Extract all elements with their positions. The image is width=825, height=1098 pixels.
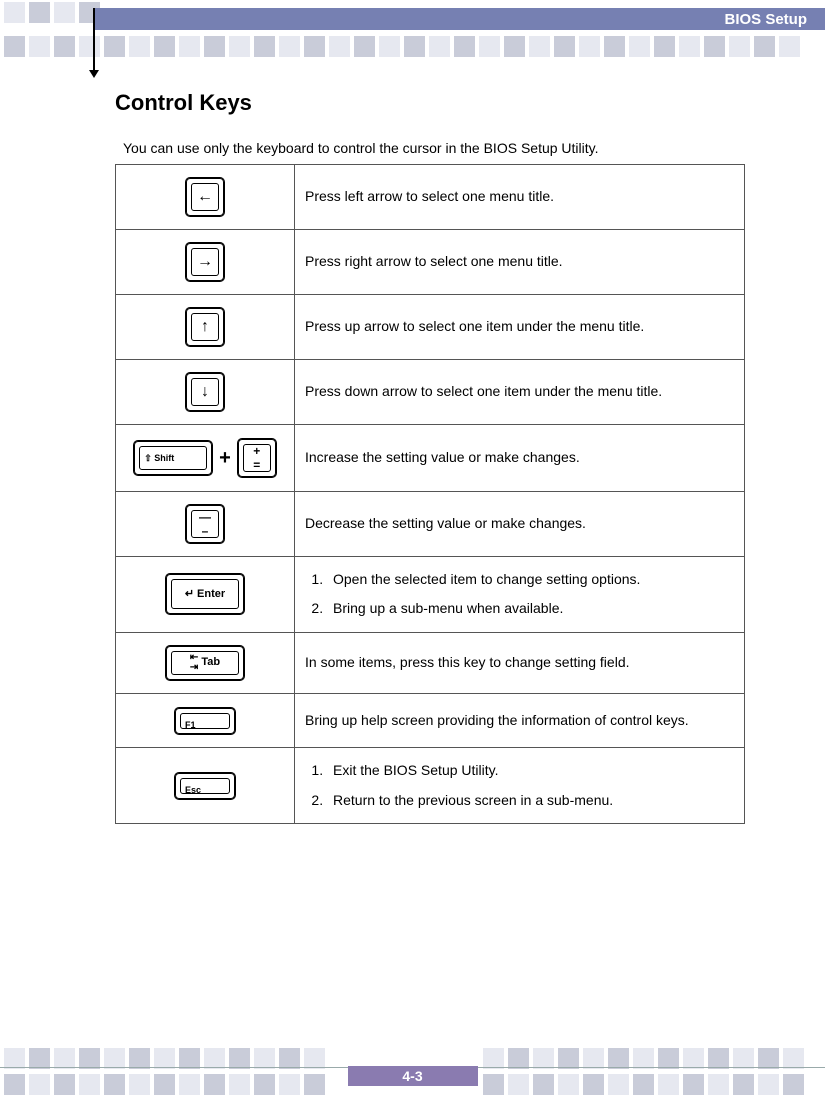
table-row: ⇧ Shift + += Increase the setting value … <box>116 425 745 492</box>
key-description: Exit the BIOS Setup Utility. Return to t… <box>295 748 745 824</box>
key-description: Press left arrow to select one menu titl… <box>295 165 745 230</box>
esc-key-icon: Esc <box>174 772 236 800</box>
key-cell: ← <box>116 165 295 230</box>
table-row: Enter Open the selected item to change s… <box>116 557 745 633</box>
top-decorative-band: BIOS Setup <box>0 0 825 60</box>
table-row: F1 Bring up help screen providing the in… <box>116 693 745 747</box>
table-row: ↑ Press up arrow to select one item unde… <box>116 295 745 360</box>
section-heading: Control Keys <box>115 90 745 116</box>
key-cell: —– <box>116 492 295 557</box>
enter-key-icon: Enter <box>165 573 245 615</box>
minus-key-icon: —– <box>185 504 225 544</box>
key-cell: ⇧ Shift + += <box>116 425 295 492</box>
shift-key-icon: ⇧ Shift <box>133 440 213 476</box>
page-number: 4-3 <box>348 1066 478 1086</box>
bottom-decorative-band: 4-3 <box>0 1042 825 1098</box>
key-cell: ↑ <box>116 295 295 360</box>
key-description: In some items, press this key to change … <box>295 632 745 693</box>
list-item: Bring up a sub-menu when available. <box>327 594 734 623</box>
key-cell: Enter <box>116 557 295 633</box>
table-row: ⇤⇥ Tab In some items, press this key to … <box>116 632 745 693</box>
key-description: Open the selected item to change setting… <box>295 557 745 633</box>
key-description: Increase the setting value or make chang… <box>295 425 745 492</box>
key-cell: Esc <box>116 748 295 824</box>
header-title-bar: BIOS Setup <box>95 8 825 30</box>
key-cell: ⇤⇥ Tab <box>116 632 295 693</box>
key-cell: ↓ <box>116 360 295 425</box>
key-description: Press up arrow to select one item under … <box>295 295 745 360</box>
up-arrow-key-icon: ↑ <box>185 307 225 347</box>
table-row: Esc Exit the BIOS Setup Utility. Return … <box>116 748 745 824</box>
table-row: —– Decrease the setting value or make ch… <box>116 492 745 557</box>
f1-key-icon: F1 <box>174 707 236 735</box>
right-arrow-key-icon: → <box>185 242 225 282</box>
list-item: Open the selected item to change setting… <box>327 565 734 594</box>
down-arrow-key-icon: ↓ <box>185 372 225 412</box>
key-description: Press down arrow to select one item unde… <box>295 360 745 425</box>
tab-key-icon: ⇤⇥ Tab <box>165 645 245 681</box>
table-row: ← Press left arrow to select one menu ti… <box>116 165 745 230</box>
key-description: Press right arrow to select one menu tit… <box>295 230 745 295</box>
key-cell: → <box>116 230 295 295</box>
plus-combiner: + <box>219 437 231 479</box>
header-title: BIOS Setup <box>724 11 807 28</box>
control-keys-table: ← Press left arrow to select one menu ti… <box>115 164 745 824</box>
vertical-arrow-line <box>93 8 95 76</box>
table-row: ↓ Press down arrow to select one item un… <box>116 360 745 425</box>
key-description: Bring up help screen providing the infor… <box>295 693 745 747</box>
list-item: Return to the previous screen in a sub-m… <box>327 786 734 815</box>
list-item: Exit the BIOS Setup Utility. <box>327 756 734 785</box>
key-description: Decrease the setting value or make chang… <box>295 492 745 557</box>
plus-equals-key-icon: += <box>237 438 277 478</box>
table-row: → Press right arrow to select one menu t… <box>116 230 745 295</box>
left-arrow-key-icon: ← <box>185 177 225 217</box>
intro-text: You can use only the keyboard to control… <box>115 140 745 156</box>
page-content: Control Keys You can use only the keyboa… <box>115 90 745 824</box>
key-cell: F1 <box>116 693 295 747</box>
